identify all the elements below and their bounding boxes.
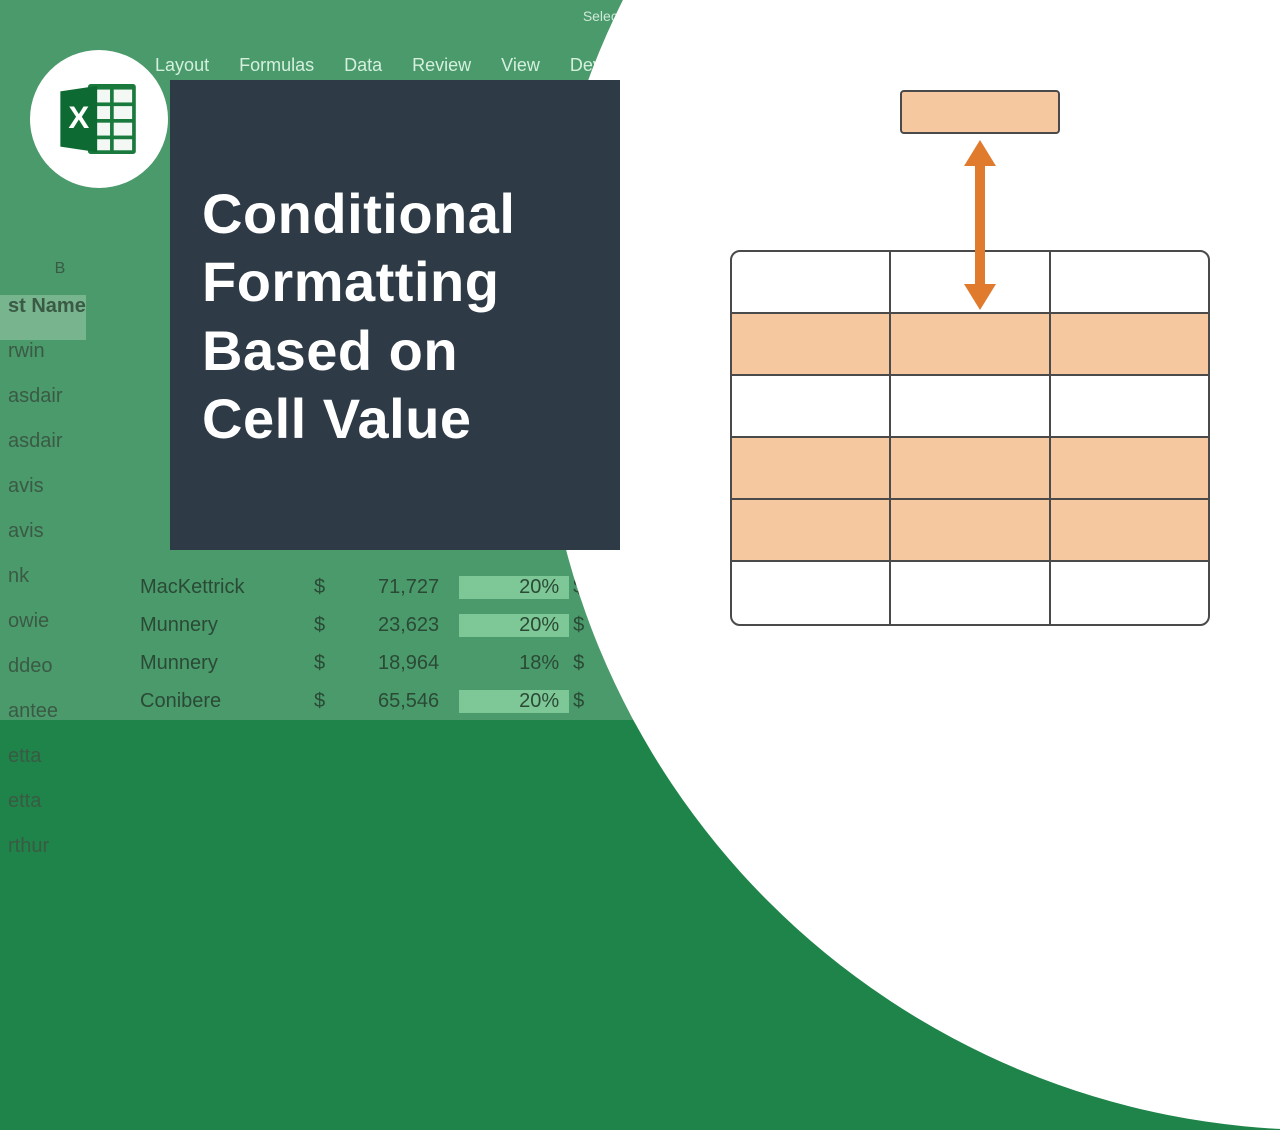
title-panel: Conditional Formatting Based on Cell Val…	[170, 80, 620, 550]
diagram-row-highlighted	[732, 438, 1208, 500]
column-header-b[interactable]: B	[0, 260, 120, 288]
ribbon-tab-view[interactable]: View	[501, 55, 540, 76]
cell[interactable]: rwin	[0, 340, 86, 385]
header-cell[interactable]: st Name	[0, 295, 86, 340]
cell[interactable]: asdair	[0, 385, 86, 430]
cell[interactable]: etta	[0, 790, 86, 835]
cell[interactable]: asdair	[0, 430, 86, 475]
criteria-cell	[900, 90, 1060, 134]
diagram-row	[732, 562, 1208, 624]
conditional-formatting-diagram	[730, 90, 1210, 610]
page-title: Conditional Formatting Based on Cell Val…	[202, 180, 590, 453]
excel-logo: X	[30, 50, 168, 188]
cell[interactable]: avis	[0, 520, 86, 565]
svg-text:X: X	[68, 100, 89, 135]
cell[interactable]: etta	[0, 745, 86, 790]
double-arrow-icon	[969, 140, 991, 310]
cell[interactable]: nk	[0, 565, 86, 610]
ribbon-tab-review[interactable]: Review	[412, 55, 471, 76]
cell[interactable]: owie	[0, 610, 86, 655]
diagram-row-highlighted	[732, 500, 1208, 562]
cell[interactable]: ddeo	[0, 655, 86, 700]
diagram-row	[732, 376, 1208, 438]
ribbon-tab-data[interactable]: Data	[344, 55, 382, 76]
ribbon-tab-formulas[interactable]: Formulas	[239, 55, 314, 76]
cell[interactable]: antee	[0, 700, 86, 745]
cell[interactable]: rthur	[0, 835, 86, 880]
excel-icon: X	[53, 73, 145, 165]
diagram-row-highlighted	[732, 314, 1208, 376]
cell[interactable]: avis	[0, 475, 86, 520]
ribbon-tab-layout[interactable]: Layout	[155, 55, 209, 76]
